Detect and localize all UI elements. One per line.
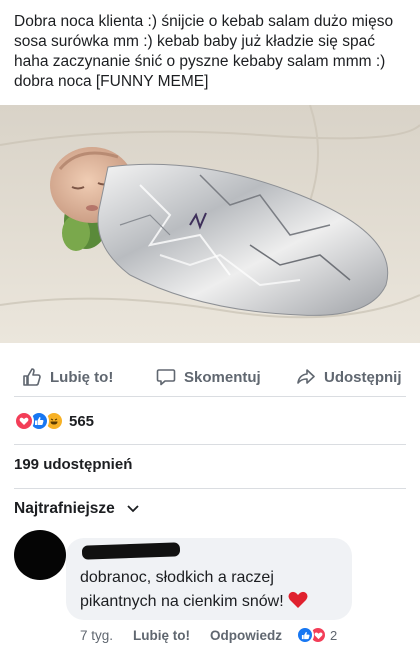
sort-label: Najtrafniejsze (14, 500, 115, 517)
comment-button[interactable]: Skomentuj (156, 360, 261, 394)
like-reaction-icon (296, 626, 315, 644)
comment-reaction-count: 2 (330, 627, 338, 643)
like-button[interactable]: Lubię to! (22, 360, 113, 394)
comment-reactions[interactable]: 2 (296, 626, 337, 644)
avatar[interactable] (14, 530, 66, 580)
chevron-down-icon (127, 505, 139, 513)
thumbs-up-icon (23, 368, 41, 386)
comment-meta: 7 tyg. Lubię to! Odpowiedz 2 (80, 625, 337, 645)
divider (14, 396, 406, 397)
comment-label: Skomentuj (184, 368, 261, 386)
divider (14, 444, 406, 445)
reaction-count: 565 (69, 412, 95, 430)
redacted-author-name (81, 542, 181, 560)
divider (14, 488, 406, 489)
post-action-bar: Lubię to! Skomentuj Udostępnij (0, 360, 420, 394)
like-label: Lubię to! (50, 368, 114, 386)
speech-bubble-icon (156, 369, 176, 386)
reactions-summary[interactable]: 565 (14, 410, 94, 432)
love-reaction-icon (14, 411, 34, 431)
comment-bubble: dobranoc, słodkich a raczej pikantnych n… (66, 538, 352, 620)
share-button[interactable]: Udostępnij (296, 360, 402, 394)
share-label: Udostępnij (324, 368, 402, 386)
post-image[interactable] (0, 105, 420, 343)
share-arrow-icon (297, 369, 315, 384)
comment-time: 7 tyg. (80, 627, 114, 643)
comment-like-link[interactable]: Lubię to! (133, 628, 190, 643)
comment-sort-dropdown[interactable]: Najtrafniejsze (14, 500, 139, 518)
comment-text: dobranoc, słodkich a raczej pikantnych n… (80, 566, 342, 614)
kebab-baby-illustration (0, 105, 420, 343)
comment-reply-link[interactable]: Odpowiedz (210, 628, 282, 643)
share-count[interactable]: 199 udostępnień (14, 456, 132, 473)
red-heart-icon (288, 591, 308, 608)
post-text: Dobra noca klienta :) śnijcie o kebab sa… (14, 13, 394, 90)
